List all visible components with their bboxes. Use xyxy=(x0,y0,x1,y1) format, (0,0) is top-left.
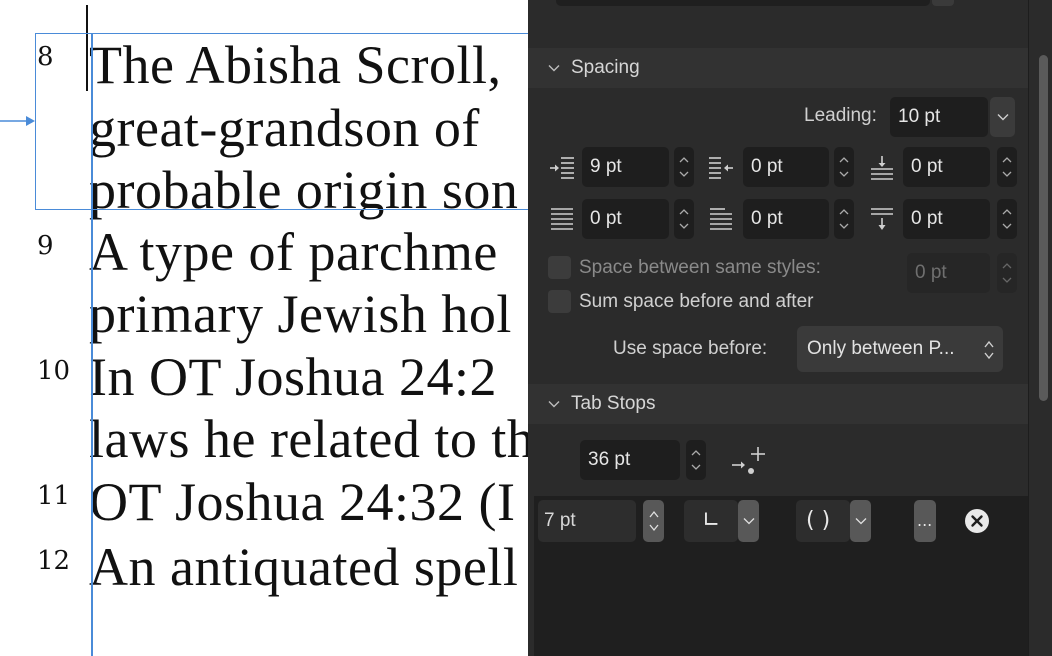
stepper-down-icon xyxy=(839,223,849,229)
space-after-stepper[interactable] xyxy=(997,199,1017,239)
first-line-indent-input[interactable]: 0 pt xyxy=(582,199,669,239)
footnote-number: 8 xyxy=(37,42,54,72)
space-between-checkbox[interactable] xyxy=(548,256,571,279)
space-between-label: Space between same styles: xyxy=(579,257,821,278)
use-space-before-select[interactable]: Only between P... xyxy=(797,326,1003,372)
up-down-arrows-icon xyxy=(984,340,994,360)
stepper-up-icon xyxy=(839,209,849,215)
tab-more-button[interactable]: ... xyxy=(914,500,936,542)
space-after-input[interactable]: 0 pt xyxy=(903,199,990,239)
stepper-down-icon xyxy=(679,223,689,229)
last-line-indent-input[interactable]: 0 pt xyxy=(743,199,829,239)
footnote-text: OT Joshua 24:32 (I xyxy=(89,472,516,532)
footnote-text: The Abisha Scroll, xyxy=(89,35,502,95)
footnote-text: laws he related to th xyxy=(89,409,528,469)
close-icon xyxy=(971,515,983,527)
tab-leader-select[interactable]: ( ) xyxy=(796,500,850,542)
delete-tab-stop-button[interactable] xyxy=(965,509,989,533)
default-tab-stepper[interactable] xyxy=(686,440,706,480)
left-indent-icon xyxy=(550,157,574,179)
tab-alignment-select[interactable]: ∟ xyxy=(684,500,738,542)
add-tab-stop-icon[interactable] xyxy=(730,443,770,477)
leading-label: Leading: xyxy=(804,105,877,126)
first-line-indent-icon xyxy=(551,208,573,230)
chevron-down-icon xyxy=(548,401,560,408)
document-canvas[interactable]: 8 The Abisha Scroll, great-grandson of p… xyxy=(0,0,528,656)
space-between-stepper[interactable] xyxy=(997,253,1017,293)
tab-stop-position-input[interactable]: 7 pt xyxy=(538,500,636,542)
right-indent-input[interactable]: 0 pt xyxy=(743,147,829,187)
stepper-up-icon xyxy=(679,157,689,163)
footnote-text: great-grandson of xyxy=(89,98,480,158)
stepper-up-icon xyxy=(691,450,701,456)
chevron-down-icon xyxy=(997,114,1008,121)
tab-leader-dropdown-button[interactable] xyxy=(850,500,871,542)
footnote-text: probable origin son xyxy=(89,160,519,220)
panel-top-field-button[interactable] xyxy=(932,0,954,6)
leading-input[interactable]: 10 pt xyxy=(890,97,988,137)
tab-stops-section-header[interactable]: Tab Stops xyxy=(528,384,1028,424)
right-indent-icon xyxy=(709,157,733,179)
sum-space-checkbox[interactable] xyxy=(548,290,571,313)
panel-top-field[interactable] xyxy=(556,0,930,6)
stepper-down-icon xyxy=(1002,171,1012,177)
spacing-section-header[interactable]: Spacing xyxy=(528,48,1028,88)
stepper-up-icon xyxy=(839,157,849,163)
use-space-before-value: Only between P... xyxy=(807,338,955,359)
stepper-down-icon xyxy=(1002,223,1012,229)
leading-dropdown-button[interactable] xyxy=(990,97,1015,137)
tab-leader-glyph: ( ) xyxy=(806,508,831,533)
footnote-text: An antiquated spell xyxy=(89,537,519,597)
up-down-arrows-icon xyxy=(648,510,659,532)
footnote-number: 9 xyxy=(37,231,54,261)
default-tab-input[interactable]: 36 pt xyxy=(580,440,680,480)
footnote-number: 12 xyxy=(37,546,71,576)
stepper-up-icon xyxy=(679,209,689,215)
left-tab-icon: ∟ xyxy=(702,508,721,533)
last-line-indent-stepper[interactable] xyxy=(834,199,854,239)
section-title: Spacing xyxy=(571,57,640,78)
footnote-number: 10 xyxy=(37,356,71,386)
stepper-up-icon xyxy=(1002,263,1012,269)
chevron-down-icon xyxy=(743,518,754,525)
sum-space-label: Sum space before and after xyxy=(579,291,814,312)
footnote-text: A type of parchme xyxy=(89,222,498,282)
left-indent-stepper[interactable] xyxy=(674,147,694,187)
stepper-down-icon xyxy=(679,171,689,177)
space-after-icon xyxy=(871,208,893,230)
stepper-down-icon xyxy=(839,171,849,177)
panel-scrollbar-thumb[interactable] xyxy=(1039,55,1048,401)
stepper-up-icon xyxy=(1002,209,1012,215)
section-title: Tab Stops xyxy=(571,393,656,414)
ellipsis-icon: ... xyxy=(917,511,933,530)
chevron-down-icon xyxy=(855,518,866,525)
paragraph-panel: Spacing Leading: 10 pt 9 pt 0 pt 0 pt 0 … xyxy=(528,0,1052,656)
stepper-up-icon xyxy=(1002,157,1012,163)
footnote-text: In OT Joshua 24:2 xyxy=(89,347,497,407)
tab-stop-list: 7 pt ∟ ( ) ... xyxy=(534,496,1028,656)
tab-stop-position-stepper[interactable] xyxy=(643,500,664,542)
text-cursor xyxy=(86,5,88,91)
stepper-down-icon xyxy=(691,464,701,470)
footnote-number: 11 xyxy=(37,481,71,511)
frame-link-arrow-icon xyxy=(0,116,35,126)
tab-alignment-dropdown-button[interactable] xyxy=(738,500,759,542)
left-indent-input[interactable]: 9 pt xyxy=(582,147,669,187)
last-line-indent-icon xyxy=(710,208,732,230)
use-space-before-label: Use space before: xyxy=(613,338,768,359)
space-before-input[interactable]: 0 pt xyxy=(903,147,990,187)
first-line-indent-stepper[interactable] xyxy=(674,199,694,239)
stepper-down-icon xyxy=(1002,277,1012,283)
space-between-input[interactable]: 0 pt xyxy=(907,253,990,293)
space-before-stepper[interactable] xyxy=(997,147,1017,187)
space-before-icon xyxy=(871,156,893,180)
right-indent-stepper[interactable] xyxy=(834,147,854,187)
tab-stop-position-value: 7 pt xyxy=(544,510,576,531)
chevron-down-icon xyxy=(548,65,560,72)
footnote-text: primary Jewish hol xyxy=(89,284,512,344)
